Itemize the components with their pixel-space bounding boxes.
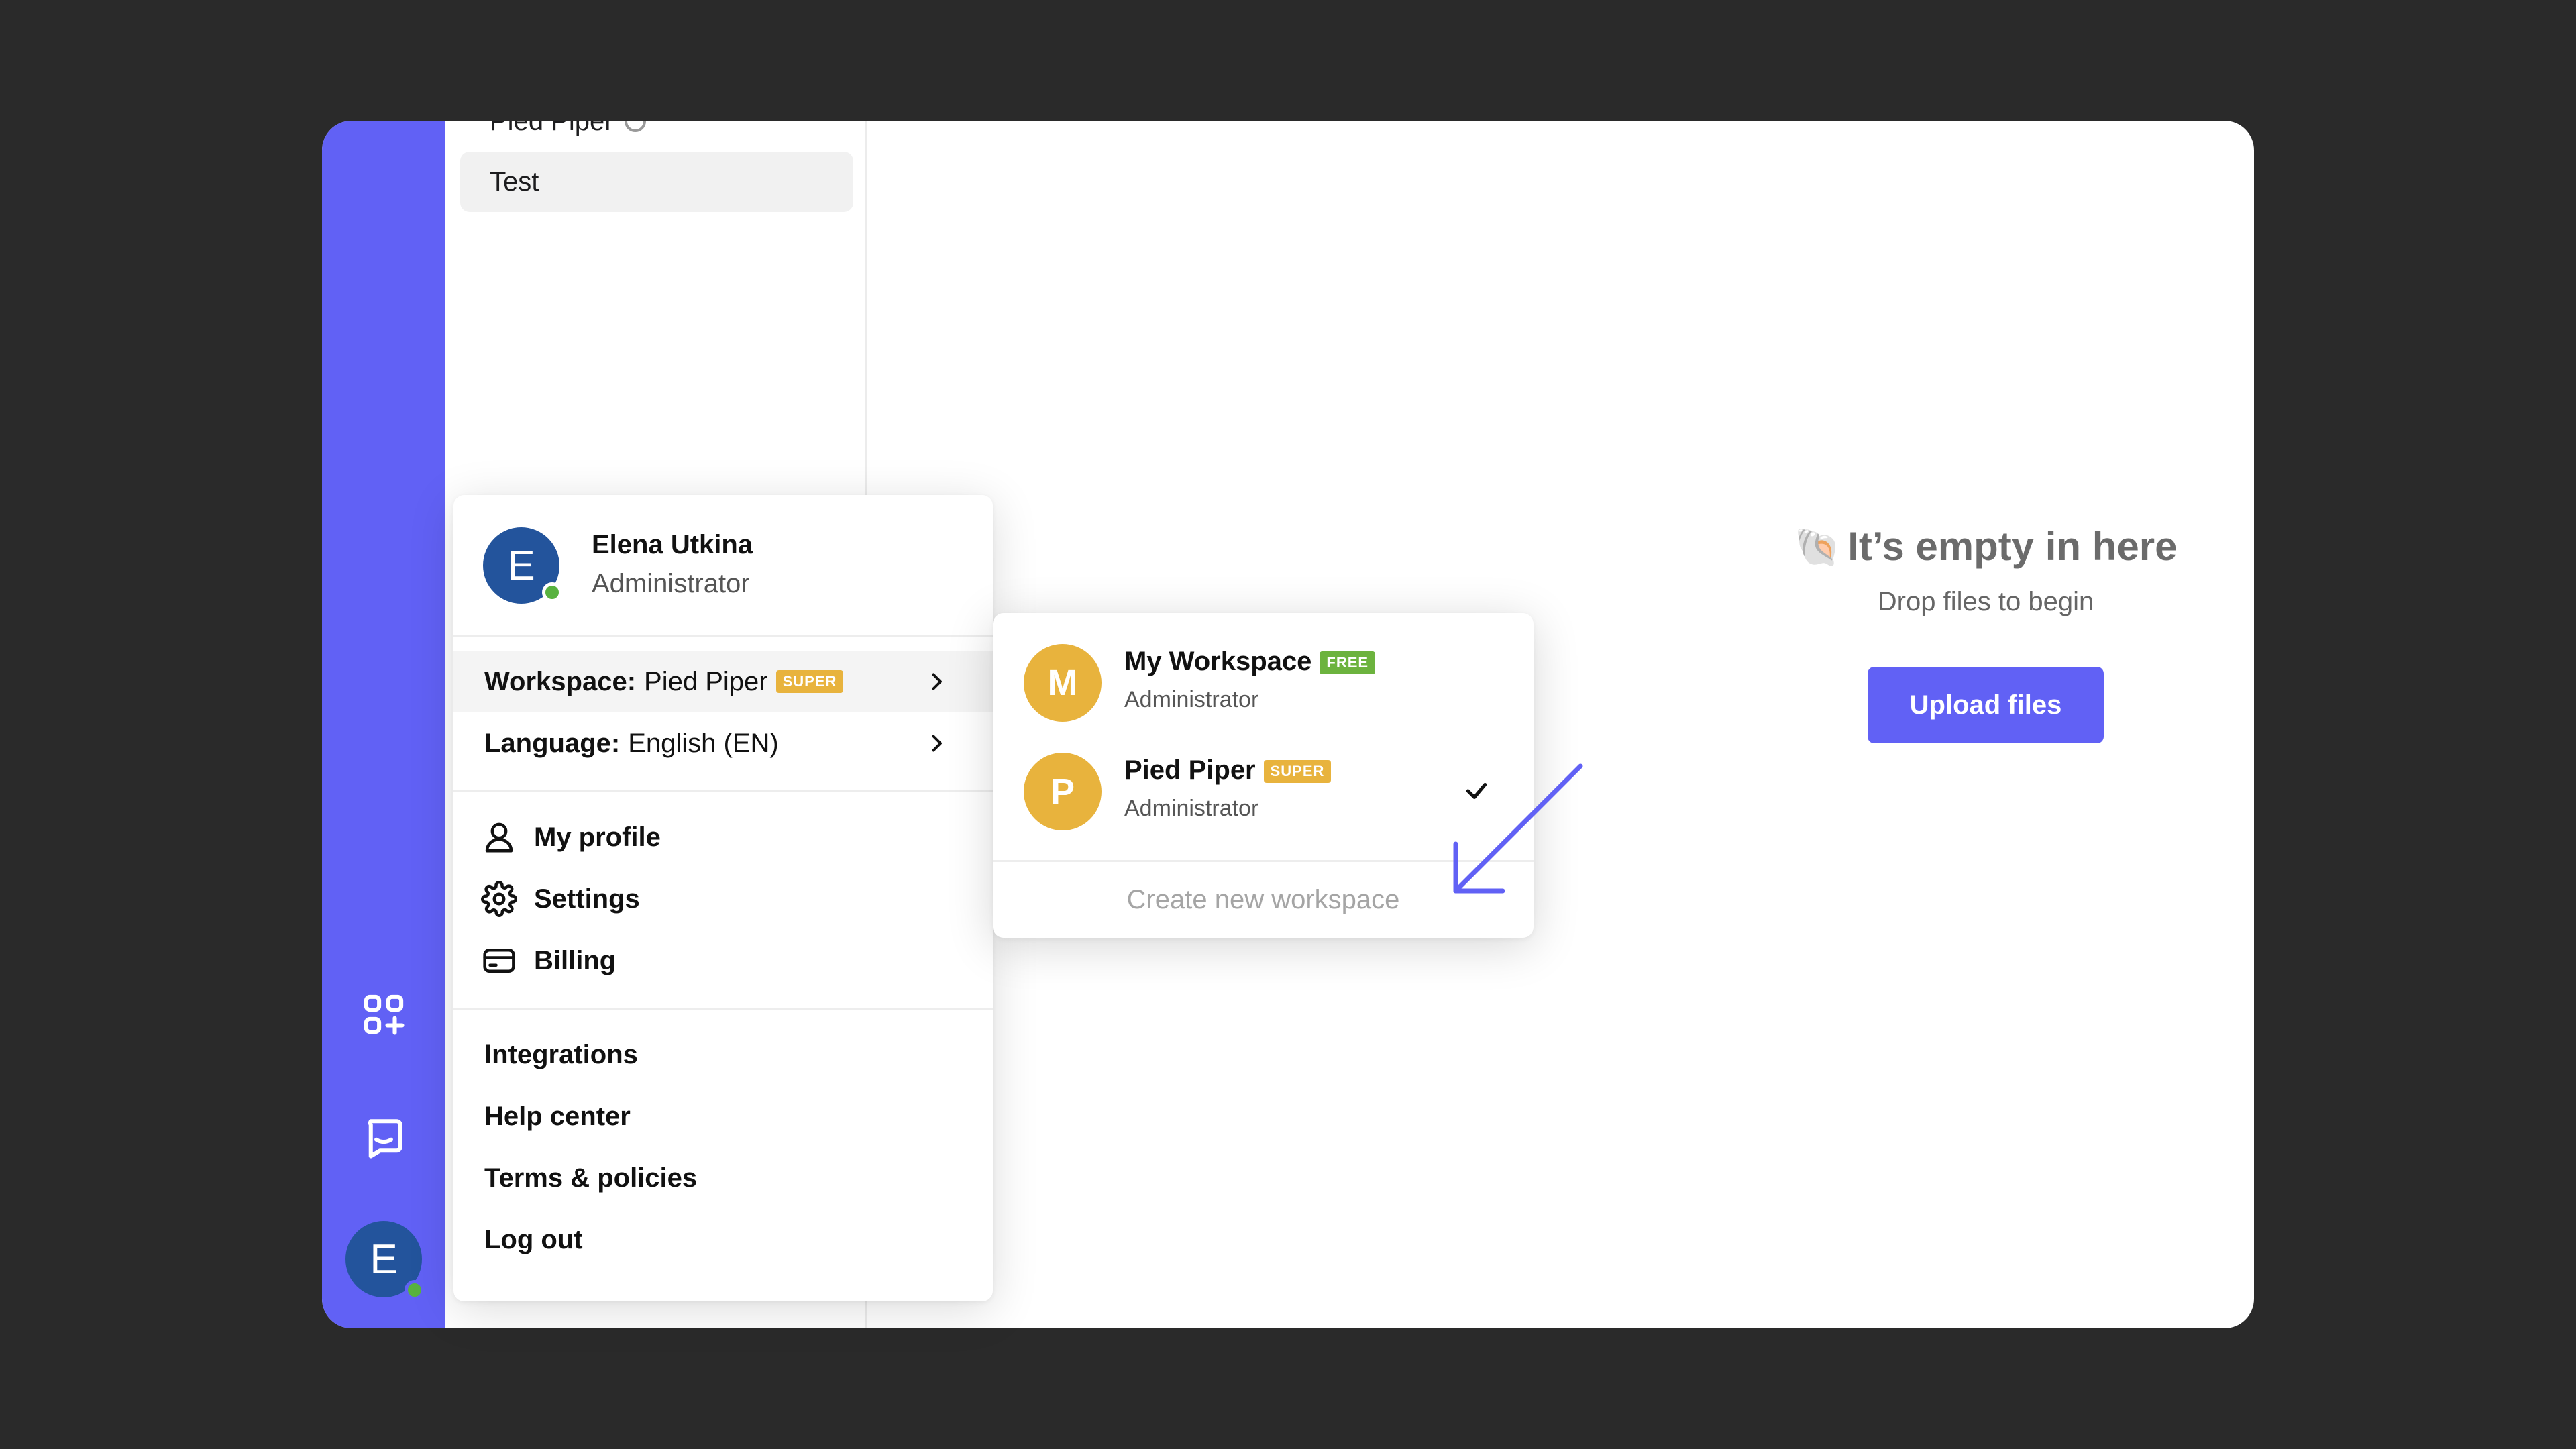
- user-avatar[interactable]: E: [345, 1221, 425, 1300]
- account-menu-header: E Elena Utkina Administrator: [453, 495, 993, 637]
- menu-divider: [453, 790, 993, 792]
- workspace-label: Workspace:: [484, 666, 637, 696]
- empty-state-title-text: It’s empty in here: [1847, 524, 2178, 569]
- settings-label: Settings: [534, 883, 640, 914]
- list-item-label: Pied Piper: [490, 121, 614, 136]
- workspace-role: Administrator: [1124, 687, 1259, 712]
- workspace-value: Pied Piper: [644, 666, 768, 696]
- user-avatar-initial: E: [370, 1236, 398, 1283]
- integrations-item[interactable]: Integrations: [453, 1024, 993, 1085]
- workspace-name: Pied Piper SUPER: [1124, 755, 1332, 786]
- chevron-right-icon: [924, 731, 949, 762]
- gear-icon: [480, 880, 518, 918]
- account-menu: E Elena Utkina Administrator Workspace: …: [453, 495, 993, 1301]
- app-rail: E: [322, 121, 445, 1328]
- user-name: Elena Utkina: [592, 530, 753, 559]
- workspace-name-text: My Workspace: [1124, 647, 1312, 676]
- online-status-dot: [405, 1280, 425, 1300]
- list-item-pied-piper[interactable]: Pied Piper: [460, 121, 853, 152]
- user-role: Administrator: [592, 569, 750, 598]
- add-apps-icon[interactable]: [350, 981, 417, 1048]
- my-profile-item[interactable]: My profile: [453, 806, 993, 868]
- language-label: Language:: [484, 728, 621, 758]
- settings-item[interactable]: Settings: [453, 868, 993, 930]
- billing-label: Billing: [534, 945, 616, 975]
- list-item-label: Test: [490, 166, 539, 197]
- list-item-test[interactable]: Test: [460, 152, 853, 212]
- shell-icon: 🐚: [1794, 526, 1841, 568]
- terms-policies-item[interactable]: Terms & policies: [453, 1147, 993, 1209]
- menu-user-avatar: E: [483, 527, 562, 604]
- free-badge: FREE: [1320, 651, 1376, 675]
- empty-state-title: 🐚 It’s empty in here: [1771, 523, 2200, 570]
- my-profile-label: My profile: [534, 822, 661, 852]
- language-value: English (EN): [628, 728, 779, 758]
- workspace-switcher-row[interactable]: Workspace: Pied Piper SUPER: [453, 651, 993, 712]
- log-out-item[interactable]: Log out: [453, 1209, 993, 1271]
- chevron-right-icon: [924, 669, 949, 700]
- verified-check-icon: [624, 121, 646, 132]
- workspace-avatar: P: [1024, 753, 1102, 830]
- empty-state-subtitle: Drop files to begin: [1877, 587, 2094, 616]
- upload-files-button[interactable]: Upload files: [1868, 667, 2104, 743]
- credit-card-icon: [480, 942, 518, 979]
- annotation-arrow-icon: [1453, 763, 1583, 894]
- workspace-option-my-workspace[interactable]: M My Workspace FREE Administrator: [993, 613, 1534, 722]
- help-center-item[interactable]: Help center: [453, 1085, 993, 1147]
- super-badge: SUPER: [1263, 760, 1332, 784]
- super-badge: SUPER: [775, 670, 844, 693]
- workspace-avatar: M: [1024, 644, 1102, 722]
- chat-icon[interactable]: [350, 1104, 417, 1171]
- menu-user-initial: E: [507, 542, 535, 589]
- workspace-name: My Workspace FREE: [1124, 647, 1376, 677]
- menu-divider: [453, 1008, 993, 1010]
- workspace-role: Administrator: [1124, 796, 1259, 821]
- language-switcher-row[interactable]: Language: English (EN): [453, 712, 993, 774]
- billing-item[interactable]: Billing: [453, 930, 993, 991]
- user-icon: [480, 818, 518, 856]
- online-status-dot: [542, 582, 562, 602]
- empty-state: 🐚 It’s empty in here Drop files to begin …: [1771, 523, 2200, 743]
- workspace-name-text: Pied Piper: [1124, 755, 1256, 785]
